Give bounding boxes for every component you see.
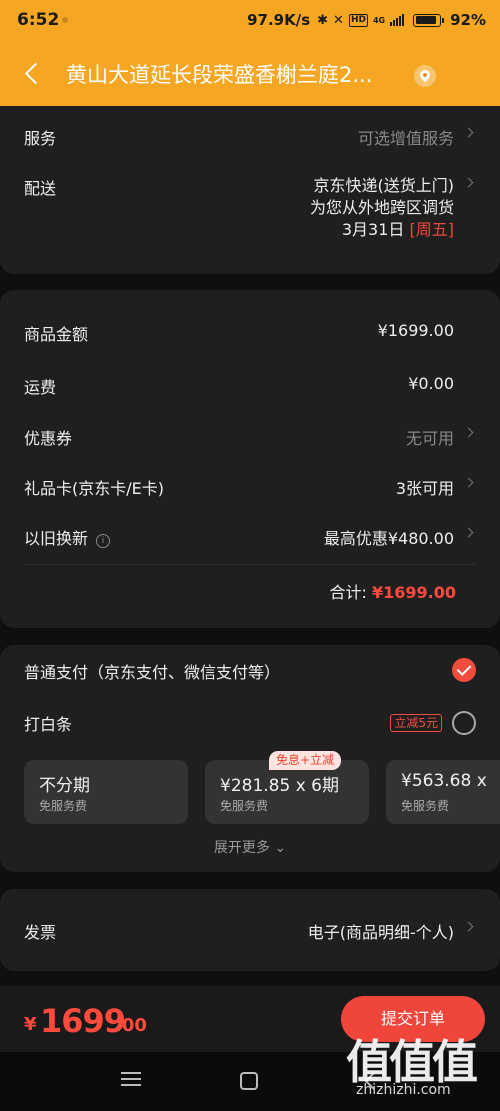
- mute-icon: ✕: [333, 12, 344, 28]
- invoice-row[interactable]: 发票 电子(商品明细-个人): [24, 919, 476, 942]
- shipping-label: 运费: [24, 378, 57, 397]
- chevron-right-icon: [463, 127, 474, 138]
- back-nav-icon[interactable]: [362, 1072, 380, 1090]
- service-label: 服务: [24, 129, 57, 148]
- plan-main: ¥281.85 x 6期: [220, 776, 339, 796]
- menu-icon[interactable]: [121, 1072, 141, 1088]
- normal-pay-radio[interactable]: [452, 658, 476, 682]
- chevron-right-icon: [463, 527, 474, 538]
- delivery-method: 京东快递(送货上门): [313, 176, 455, 195]
- bluetooth-icon: ✱: [317, 12, 329, 28]
- payment-card: 普通支付（京东支付、微信支付等） 打白条 立减5元 不分期 免服务费 ¥281.…: [0, 645, 500, 872]
- giftcard-value: 3张可用: [395, 479, 454, 498]
- system-nav-bar: [0, 1052, 500, 1111]
- plan-sub: 免服务费: [401, 799, 450, 813]
- hd-icon: HD: [348, 13, 368, 27]
- total-value: ¥1699.00: [371, 583, 456, 602]
- tradein-label: 以旧换新: [24, 529, 89, 548]
- location-icon[interactable]: [414, 65, 436, 87]
- price-integer: 1699: [40, 1002, 126, 1040]
- chevron-right-icon: [463, 477, 474, 488]
- baitiao-label: 打白条: [24, 715, 73, 734]
- plan-main: ¥563.68 x: [401, 771, 487, 791]
- status-time: 6:52: [17, 10, 60, 30]
- delivery-note: 为您从外地跨区调货: [309, 198, 454, 217]
- submit-bar: ¥ 1699 .00 提交订单: [0, 986, 500, 1052]
- delivery-details: 京东快递(送货上门) 为您从外地跨区调货 3月31日 [周五]: [310, 175, 454, 241]
- expand-label: 展开更多: [213, 840, 270, 856]
- plan-sub: 免服务费: [39, 799, 88, 813]
- expand-more[interactable]: 展开更多 ⌄: [0, 837, 500, 857]
- coupon-row[interactable]: 优惠券 无可用: [24, 425, 476, 448]
- chevron-right-icon: [463, 177, 474, 188]
- giftcard-label: 礼品卡(京东卡/E卡): [24, 479, 164, 498]
- goods-amount-label: 商品金额: [24, 325, 89, 344]
- notification-dot-icon: [62, 17, 68, 23]
- info-icon[interactable]: i: [96, 534, 111, 548]
- invoice-label: 发票: [24, 923, 57, 942]
- order-total: 合计: ¥1699.00: [329, 579, 456, 603]
- delivery-weekday: [周五]: [409, 220, 455, 239]
- battery-icon: [413, 13, 445, 27]
- tradein-value: 最高优惠¥480.00: [323, 529, 454, 548]
- network-speed: 97.9K/s: [247, 11, 311, 29]
- installment-plans: 不分期 免服务费 ¥281.85 x 6期 免服务费 ¥563.68 x 免服务…: [24, 760, 500, 824]
- service-row[interactable]: 服务 可选增值服务: [24, 125, 476, 148]
- chevron-right-icon: [463, 921, 474, 932]
- giftcard-row[interactable]: 礼品卡(京东卡/E卡) 3张可用: [24, 475, 476, 498]
- tradein-row[interactable]: 以旧换新 i 最高优惠¥480.00: [24, 525, 476, 549]
- status-indicators: 97.9K/s ✱ ✕ HD 4G 92%: [247, 11, 486, 29]
- status-bar: 6:52 97.9K/s ✱ ✕ HD 4G 92%: [0, 0, 500, 40]
- tradein-label-wrap: 以旧换新 i: [24, 525, 111, 549]
- divider: [24, 564, 476, 565]
- chevron-right-icon: [463, 427, 474, 438]
- signal-icon: [390, 14, 405, 26]
- shipping-value: ¥0.00: [408, 374, 454, 393]
- submit-order-button[interactable]: 提交订单: [341, 996, 485, 1042]
- plan-promo-badge: 免息+立减: [269, 751, 342, 770]
- goods-amount-value: ¥1699.00: [377, 321, 454, 340]
- normal-pay-label: 普通支付（京东支付、微信支付等）: [24, 663, 281, 682]
- baitiao-promo-tag: 立减5元: [390, 714, 442, 732]
- plan-main: 不分期: [39, 776, 90, 796]
- network-type: 4G: [372, 15, 386, 25]
- normal-pay-row[interactable]: 普通支付（京东支付、微信支付等）: [24, 659, 476, 682]
- price-decimal: .00: [115, 1015, 147, 1036]
- plan-sub: 免服务费: [220, 799, 269, 813]
- battery-percent: 92%: [450, 11, 486, 29]
- chevron-down-icon: ⌄: [274, 840, 287, 856]
- coupon-value: 无可用: [405, 429, 454, 448]
- home-icon[interactable]: [240, 1072, 258, 1090]
- invoice-value: 电子(商品明细-个人): [307, 923, 454, 942]
- price-currency: ¥: [24, 1014, 37, 1035]
- delivery-label: 配送: [24, 179, 57, 198]
- address-title[interactable]: 黄山大道延长段荣盛香榭兰庭2...: [66, 59, 410, 89]
- address-header: 黄山大道延长段荣盛香榭兰庭2...: [0, 40, 500, 106]
- invoice-card: 发票 电子(商品明细-个人): [0, 889, 500, 971]
- delivery-row[interactable]: 配送 京东快递(送货上门) 为您从外地跨区调货 3月31日 [周五]: [24, 175, 476, 245]
- goods-amount-row: 商品金额 ¥1699.00: [24, 321, 476, 344]
- delivery-date: 3月31日: [341, 220, 405, 239]
- baitiao-radio[interactable]: [452, 711, 476, 735]
- coupon-label: 优惠券: [24, 429, 73, 448]
- plan-option[interactable]: ¥563.68 x 免服务费: [386, 760, 500, 824]
- delivery-date-line: 3月31日 [周五]: [310, 219, 454, 241]
- service-value: 可选增值服务: [357, 129, 454, 148]
- total-label: 合计:: [329, 583, 367, 602]
- price-card: 商品金额 ¥1699.00 运费 ¥0.00 优惠券 无可用 礼品卡(京东卡/E…: [0, 290, 500, 628]
- shipping-row: 运费 ¥0.00: [24, 374, 476, 397]
- back-icon[interactable]: [22, 59, 46, 89]
- service-card: 服务 可选增值服务 配送 京东快递(送货上门) 为您从外地跨区调货 3月31日 …: [0, 106, 500, 274]
- plan-option[interactable]: 不分期 免服务费: [24, 760, 188, 824]
